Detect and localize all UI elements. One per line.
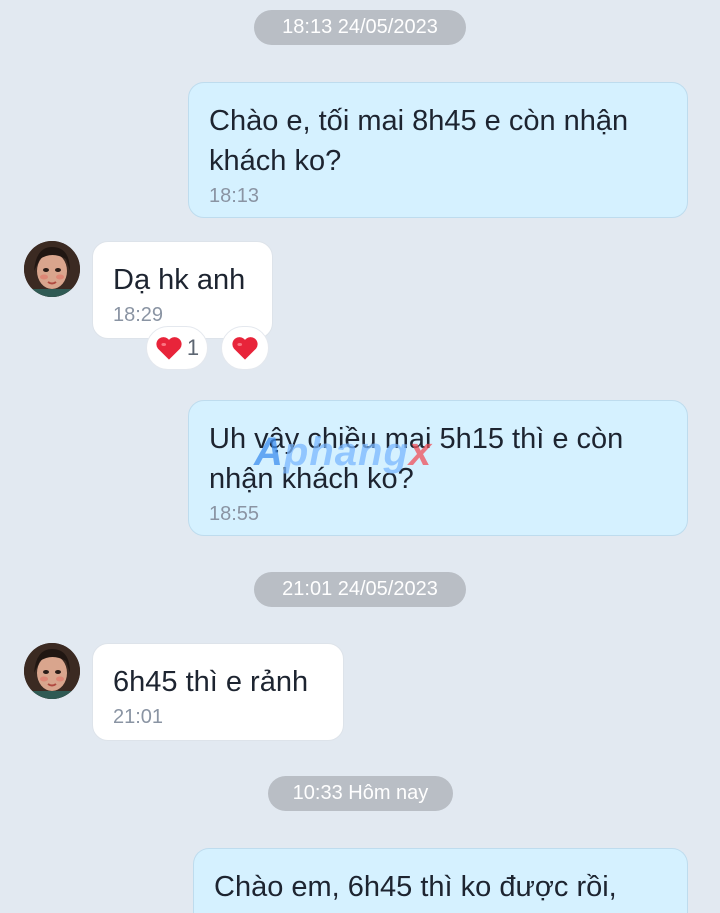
chat-view: 18:13 24/05/2023 Chào e, tối mai 8h45 e … (0, 0, 720, 913)
outgoing-message[interactable]: Chào e, tối mai 8h45 e còn nhận khách ko… (188, 82, 688, 218)
message-text: 6h45 thì e rảnh (113, 666, 309, 698)
avatar-image (24, 643, 80, 699)
message-text: Chào em, 6h45 thì ko được rồi, (214, 871, 617, 903)
message-time: 18:55 (209, 503, 260, 525)
react-button[interactable] (221, 326, 269, 370)
watermark-part: A (254, 430, 284, 474)
watermark-logo: Aphangx (254, 430, 432, 475)
timestamp-divider: 21:01 24/05/2023 (254, 572, 466, 607)
message-time: 18:29 (113, 304, 164, 326)
message-time: 21:01 (113, 706, 164, 728)
reaction-summary[interactable]: 1 (146, 326, 208, 370)
contact-avatar[interactable] (24, 241, 80, 297)
timestamp-divider: 18:13 24/05/2023 (254, 10, 466, 45)
heart-icon (232, 337, 258, 360)
contact-avatar[interactable] (24, 643, 80, 699)
outgoing-message[interactable]: Chào em, 6h45 thì ko được rồi, (193, 848, 688, 913)
heart-icon (156, 337, 182, 360)
incoming-message[interactable]: 6h45 thì e rảnh 21:01 (92, 643, 344, 741)
message-text: Chào e, tối mai 8h45 e còn nhận khách ko… (209, 105, 629, 177)
watermark-part: phang (283, 430, 409, 474)
timestamp-divider: 10:33 Hôm nay (268, 776, 453, 811)
watermark-part: x (408, 430, 433, 474)
reaction-count: 1 (186, 335, 200, 360)
message-time: 18:13 (209, 185, 260, 207)
message-text: Dạ hk anh (113, 264, 246, 296)
incoming-message[interactable]: Dạ hk anh 18:29 (92, 241, 273, 339)
avatar-image (24, 241, 80, 297)
